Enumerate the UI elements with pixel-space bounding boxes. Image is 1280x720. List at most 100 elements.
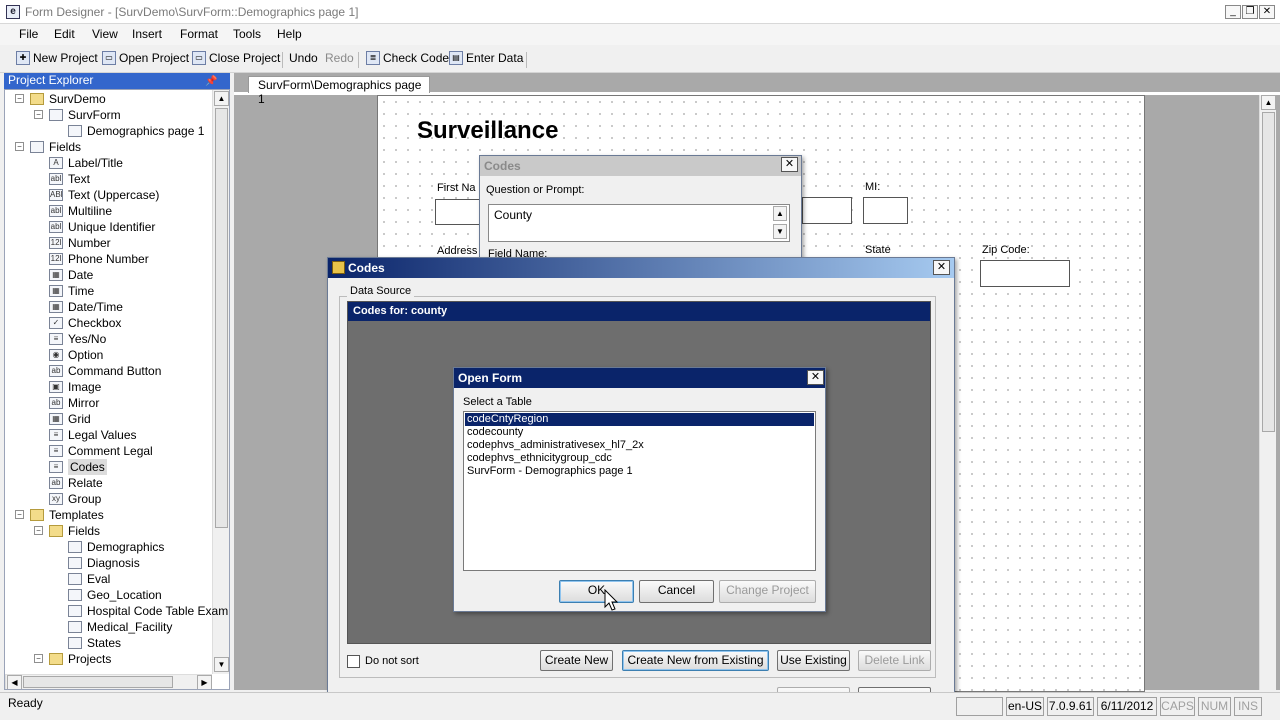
tree-node[interactable]: Templates <box>30 507 104 523</box>
create-new-from-existing-button[interactable]: Create New from Existing <box>622 650 769 671</box>
menu-tools[interactable]: Tools <box>233 27 261 41</box>
tree-node[interactable]: xy Group <box>49 491 101 507</box>
minimize-button[interactable]: _ <box>1225 5 1241 19</box>
first-name-label[interactable]: First Na <box>437 182 476 194</box>
zip-code-label[interactable]: Zip Code: <box>982 244 1030 256</box>
restore-button[interactable]: ❐ <box>1242 5 1258 19</box>
close-project-button[interactable]: ▭ Close Project <box>192 51 280 65</box>
tree-node[interactable]: ✓ Checkbox <box>49 315 121 331</box>
explorer-vertical-scrollbar[interactable]: ▲ ▼ <box>212 90 229 674</box>
tree-node[interactable]: ▦ Date/Time <box>49 299 123 315</box>
tree-node[interactable]: ◉ Option <box>49 347 103 363</box>
tree-node[interactable]: ≡ Comment Legal <box>49 443 153 459</box>
tree-node[interactable]: Eval <box>68 571 110 587</box>
doc-scroll-thumb[interactable] <box>1262 112 1275 432</box>
scroll-left-icon[interactable]: ◀ <box>7 675 22 689</box>
tree-node[interactable]: ≡ Yes/No <box>49 331 106 347</box>
prompt-scroll-down-icon[interactable]: ▼ <box>773 224 787 239</box>
menu-insert[interactable]: Insert <box>132 27 162 41</box>
enter-data-button[interactable]: ▤ Enter Data <box>449 51 523 65</box>
scroll-down-icon[interactable]: ▼ <box>214 657 229 672</box>
cancel-button[interactable]: Cancel <box>639 580 714 603</box>
tree-node[interactable]: 12l Number <box>49 235 111 251</box>
address-label[interactable]: Address <box>437 245 477 257</box>
app-icon[interactable]: e <box>6 5 20 19</box>
prompt-scroll-up-icon[interactable]: ▲ <box>773 206 787 221</box>
tree-node[interactable]: SurvDemo <box>30 91 106 107</box>
collapse-toggle-icon[interactable]: − <box>15 142 24 151</box>
state-label[interactable]: State <box>865 244 891 256</box>
collapse-toggle-icon[interactable]: − <box>15 94 24 103</box>
tree-node[interactable]: SurvForm <box>49 107 121 123</box>
tree-node[interactable]: ▦ Date <box>49 267 93 283</box>
mi-field[interactable] <box>863 197 908 224</box>
do-not-sort-checkbox[interactable] <box>347 655 360 668</box>
tree-node[interactable]: ▦ Time <box>49 283 94 299</box>
delete-link-button[interactable]: Delete Link <box>858 650 931 671</box>
tree-node[interactable]: ABl Text (Uppercase) <box>49 187 159 203</box>
tree-node[interactable]: Projects <box>49 651 111 667</box>
scroll-up-icon[interactable]: ▲ <box>214 91 229 106</box>
collapse-toggle-icon[interactable]: − <box>34 110 43 119</box>
open-project-button[interactable]: ▭ Open Project <box>102 51 189 65</box>
ok-button[interactable]: OK <box>559 580 634 603</box>
tree-node[interactable]: Demographics page 1 <box>68 123 204 139</box>
change-project-button[interactable]: Change Project <box>719 580 816 603</box>
tree-node[interactable]: Geo_Location <box>68 587 162 603</box>
new-project-button[interactable]: ✚ New Project <box>16 51 98 65</box>
tree-node[interactable]: abl Text <box>49 171 90 187</box>
tree-node[interactable]: Demographics <box>68 539 164 555</box>
table-list-item[interactable]: codephvs_ethnicitygroup_cdc <box>465 452 814 465</box>
tree-node[interactable]: ≡ Legal Values <box>49 427 137 443</box>
create-new-button[interactable]: Create New <box>540 650 613 671</box>
hscroll-thumb[interactable] <box>23 676 173 688</box>
table-listbox[interactable]: codeCntyRegion codecounty codephvs_adminis… <box>463 411 816 571</box>
form-title[interactable]: Surveillance <box>417 117 558 145</box>
check-code-button[interactable]: ≣ Check Code <box>366 51 449 65</box>
first-name-field[interactable] <box>435 199 480 225</box>
tree-node[interactable]: ab Relate <box>49 475 103 491</box>
menu-help[interactable]: Help <box>277 27 302 41</box>
mi-label[interactable]: MI: <box>865 181 880 193</box>
pin-icon[interactable]: 📌 <box>205 74 217 89</box>
close-icon[interactable]: ✕ <box>807 370 824 385</box>
doc-scroll-up-icon[interactable]: ▲ <box>1261 95 1276 110</box>
tree-node[interactable]: Medical_Facility <box>68 619 172 635</box>
tree-node[interactable]: States <box>68 635 121 651</box>
tree-node[interactable]: ab Mirror <box>49 395 99 411</box>
last-name-field[interactable] <box>802 197 852 224</box>
undo-button[interactable]: Undo <box>289 51 318 65</box>
collapse-toggle-icon[interactable]: − <box>34 654 43 663</box>
tree-node[interactable]: Diagnosis <box>68 555 140 571</box>
table-list-item[interactable]: SurvForm - Demographics page 1 <box>465 465 814 478</box>
zip-code-field[interactable] <box>980 260 1070 287</box>
tree-node[interactable]: ▦ Grid <box>49 411 91 427</box>
close-icon[interactable]: ✕ <box>781 157 798 172</box>
tree-node[interactable]: ≡ Codes <box>49 459 107 475</box>
table-list-item[interactable]: codecounty <box>465 426 814 439</box>
menu-edit[interactable]: Edit <box>54 27 75 41</box>
scroll-thumb[interactable] <box>215 108 228 528</box>
table-list-item[interactable]: codeCntyRegion <box>465 413 814 426</box>
prompt-input[interactable]: County ▲ ▼ <box>488 204 790 242</box>
document-tab[interactable]: SurvForm\Demographics page 1 <box>248 76 430 106</box>
tree-node[interactable]: 12l Phone Number <box>49 251 149 267</box>
collapse-toggle-icon[interactable]: − <box>34 526 43 535</box>
tree-node[interactable]: ▣ Image <box>49 379 101 395</box>
menu-view[interactable]: View <box>92 27 118 41</box>
explorer-horizontal-scrollbar[interactable]: ◀ ▶ <box>5 674 212 689</box>
collapse-toggle-icon[interactable]: − <box>15 510 24 519</box>
scroll-right-icon[interactable]: ▶ <box>197 675 212 689</box>
use-existing-button[interactable]: Use Existing <box>777 650 850 671</box>
redo-button[interactable]: Redo <box>325 51 354 65</box>
table-list-item[interactable]: codephvs_administrativesex_hl7_2x <box>465 439 814 452</box>
tree-node[interactable]: abl Unique Identifier <box>49 219 155 235</box>
menu-file[interactable]: File <box>19 27 38 41</box>
tree-node[interactable]: abl Multiline <box>49 203 112 219</box>
menu-format[interactable]: Format <box>180 27 218 41</box>
close-window-button[interactable]: ✕ <box>1259 5 1275 19</box>
close-icon[interactable]: ✕ <box>933 260 950 275</box>
tree-node[interactable]: Fields <box>49 523 100 539</box>
document-vertical-scrollbar[interactable]: ▲ <box>1259 95 1276 690</box>
tree-node[interactable]: Hospital Code Table Exam <box>68 603 228 619</box>
